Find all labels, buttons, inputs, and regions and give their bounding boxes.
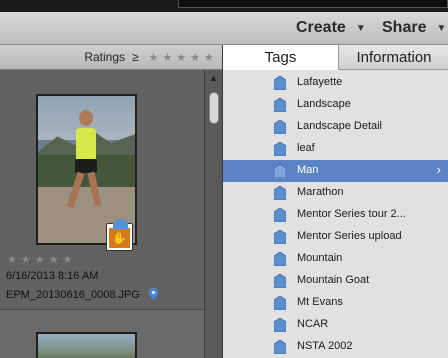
tab-information[interactable]: Information <box>339 45 448 70</box>
photo-star-1[interactable]: ★ <box>7 253 17 266</box>
photo-star-4[interactable]: ★ <box>49 253 59 266</box>
tag-label: Landscape Detail <box>297 120 383 132</box>
tag-item[interactable]: Landscape Detail <box>223 116 448 138</box>
location-pin-icon[interactable] <box>149 288 158 300</box>
panel-tabs: Tags Information <box>223 45 448 70</box>
tag-list: Lafayette Landscape Landscape Detail leaf Ma… <box>223 70 448 358</box>
thumbnail-grid: ✋ ★ ★ ★ ★ ★ 6/16/2013 8:16 AM EPM_201306… <box>0 70 204 358</box>
ratings-operator[interactable]: ≥ <box>132 50 139 64</box>
tag-icon <box>274 120 286 134</box>
tag-label: Landscape <box>297 98 351 110</box>
rating-filter-star-5[interactable]: ★ <box>204 51 214 64</box>
tag-icon <box>274 98 286 112</box>
share-label: Share <box>382 19 427 36</box>
tag-icon <box>274 186 286 200</box>
tag-label: Mentor Series tour 2... <box>297 208 406 220</box>
photo-filename: EPM_20130616_0008.JPG <box>6 289 140 301</box>
media-browser: Ratings ≥ ★ ★ ★ ★ ★ ✋ ★ ★ ★ ★ ★ 6/16/201… <box>0 45 222 358</box>
tag-item[interactable]: NCAR <box>223 314 448 336</box>
tag-item[interactable]: Lafayette <box>223 72 448 94</box>
tag-icon <box>274 142 286 156</box>
tag-item[interactable]: Mentor Series tour 2... <box>223 204 448 226</box>
tag-item[interactable]: NSTA 2002 <box>223 336 448 358</box>
tag-item[interactable]: Man › <box>223 160 448 182</box>
tag-item[interactable]: Mountain <box>223 248 448 270</box>
tag-icon <box>274 252 286 266</box>
tag-label: Lafayette <box>297 76 343 88</box>
toolbar: Create ▼ Share ▼ <box>0 12 448 45</box>
tag-label: Mentor Series upload <box>297 230 402 242</box>
tag-label: NSTA 2002 <box>297 340 353 352</box>
scroll-up-icon[interactable]: ▲ <box>209 73 218 83</box>
rating-filter-star-1[interactable]: ★ <box>149 51 159 64</box>
tag-icon <box>274 164 286 178</box>
top-search-field[interactable] <box>178 0 448 8</box>
tag-item[interactable]: Marathon <box>223 182 448 204</box>
create-dropdown-icon: ▼ <box>355 22 366 34</box>
scrollbar-thumb[interactable] <box>209 92 219 124</box>
photo-star-5[interactable]: ★ <box>63 253 73 266</box>
vertical-scrollbar[interactable]: ▲ <box>204 70 222 358</box>
tag-label: leaf <box>297 142 315 154</box>
chevron-right-icon[interactable]: › <box>437 162 441 177</box>
tags-panel: Tags Information Lafayette Landscape Lands… <box>222 45 448 358</box>
tag-label: Mt Evans <box>297 296 343 308</box>
tag-label: Man <box>297 164 319 176</box>
create-label: Create <box>296 19 346 36</box>
tag-badge-icon[interactable]: ✋ <box>106 218 133 251</box>
tag-label: Mountain <box>297 252 343 264</box>
tag-item[interactable]: leaf <box>223 138 448 160</box>
tag-icon <box>274 76 286 90</box>
rating-filter-star-4[interactable]: ★ <box>190 51 200 64</box>
tag-label: NCAR <box>297 318 329 330</box>
tag-icon <box>274 274 286 288</box>
photo-thumbnail-2[interactable] <box>36 332 137 358</box>
tag-icon <box>274 208 286 222</box>
tag-icon <box>274 230 286 244</box>
tag-label: Mountain Goat <box>297 274 370 286</box>
tag-icon <box>274 340 286 354</box>
photo-rating: ★ ★ ★ ★ ★ <box>7 253 76 266</box>
share-dropdown-icon: ▼ <box>436 22 447 34</box>
create-button[interactable]: Create ▼ <box>296 17 366 39</box>
tag-label: Marathon <box>297 186 344 198</box>
thumbnail-card[interactable]: ✋ ★ ★ ★ ★ ★ 6/16/2013 8:16 AM EPM_201306… <box>0 70 204 310</box>
photo-date: 6/16/2013 8:16 AM <box>6 270 99 282</box>
ratings-label: Ratings <box>84 50 126 64</box>
tab-tags[interactable]: Tags <box>223 45 339 70</box>
rating-filter-star-2[interactable]: ★ <box>163 51 173 64</box>
tag-item[interactable]: Mt Evans <box>223 292 448 314</box>
ratings-filter-bar: Ratings ≥ ★ ★ ★ ★ ★ <box>0 45 222 70</box>
photo-star-2[interactable]: ★ <box>21 253 31 266</box>
tag-icon <box>274 296 286 310</box>
tag-item[interactable]: Mentor Series upload <box>223 226 448 248</box>
photo-star-3[interactable]: ★ <box>35 253 45 266</box>
tag-item[interactable]: Mountain Goat <box>223 270 448 292</box>
top-strip <box>0 0 448 12</box>
tag-item[interactable]: Landscape <box>223 94 448 116</box>
tag-icon <box>274 318 286 332</box>
share-button[interactable]: Share ▼ <box>382 17 446 39</box>
rating-filter-star-3[interactable]: ★ <box>176 51 186 64</box>
